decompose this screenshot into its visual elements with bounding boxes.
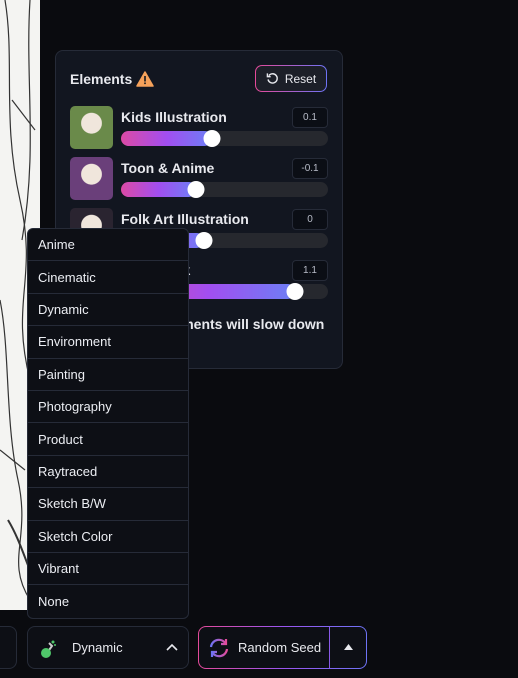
refresh-icon: [209, 638, 229, 658]
caret-up-icon[interactable]: [344, 644, 353, 650]
reset-button[interactable]: Reset: [255, 65, 327, 92]
element-value-input[interactable]: 0.1: [292, 107, 328, 128]
element-row: Kids Illustration 0.1: [70, 106, 328, 150]
dropdown-option[interactable]: Product: [28, 423, 188, 456]
chevron-up-icon: [166, 643, 178, 651]
dropdown-option[interactable]: Sketch Color: [28, 521, 188, 553]
slider-handle[interactable]: [203, 130, 221, 147]
element-row: Toon & Anime -0.1: [70, 157, 328, 201]
dropdown-option[interactable]: Dynamic: [28, 294, 188, 327]
slider-handle[interactable]: [195, 232, 213, 249]
element-value-input[interactable]: -0.1: [292, 158, 328, 179]
element-thumbnail: [70, 157, 113, 200]
reset-label: Reset: [284, 71, 317, 86]
slider-fill: [121, 131, 213, 146]
left-button[interactable]: [0, 626, 17, 669]
dropdown-option[interactable]: Sketch B/W: [28, 488, 188, 521]
element-name: Folk Art Illustration: [121, 211, 249, 227]
warning-triangle-icon: [136, 71, 154, 87]
dropdown-option[interactable]: Painting: [28, 359, 188, 391]
dropdown-option[interactable]: Cinematic: [28, 261, 188, 294]
flask-icon: [41, 640, 56, 658]
element-slider[interactable]: [121, 181, 328, 198]
panel-title: Elements: [70, 71, 154, 87]
dropdown-option[interactable]: Environment: [28, 326, 188, 359]
element-value-input[interactable]: 1.1: [292, 260, 328, 281]
element-name: Toon & Anime: [121, 160, 215, 176]
style-select[interactable]: Dynamic: [27, 626, 189, 669]
element-value-input[interactable]: 0: [292, 209, 328, 230]
random-seed-button[interactable]: Random Seed: [198, 626, 367, 669]
random-seed-label: Random Seed: [238, 640, 322, 655]
slider-fill: [121, 182, 196, 197]
style-dropdown-menu: Anime Cinematic Dynamic Environment Painting…: [27, 228, 189, 619]
element-slider[interactable]: [121, 130, 328, 147]
slider-handle[interactable]: [187, 181, 205, 198]
style-select-value: Dynamic: [72, 640, 123, 655]
element-name: Kids Illustration: [121, 109, 227, 125]
slider-handle[interactable]: [286, 283, 304, 300]
dropdown-option[interactable]: Raytraced: [28, 456, 188, 489]
element-thumbnail: [70, 106, 113, 149]
panel-title-text: Elements: [70, 71, 133, 87]
dropdown-option[interactable]: None: [28, 585, 188, 617]
divider: [329, 627, 330, 668]
dropdown-option[interactable]: Photography: [28, 391, 188, 424]
reset-icon: [266, 73, 278, 84]
dropdown-option[interactable]: Anime: [28, 229, 188, 262]
dropdown-option[interactable]: Vibrant: [28, 553, 188, 586]
